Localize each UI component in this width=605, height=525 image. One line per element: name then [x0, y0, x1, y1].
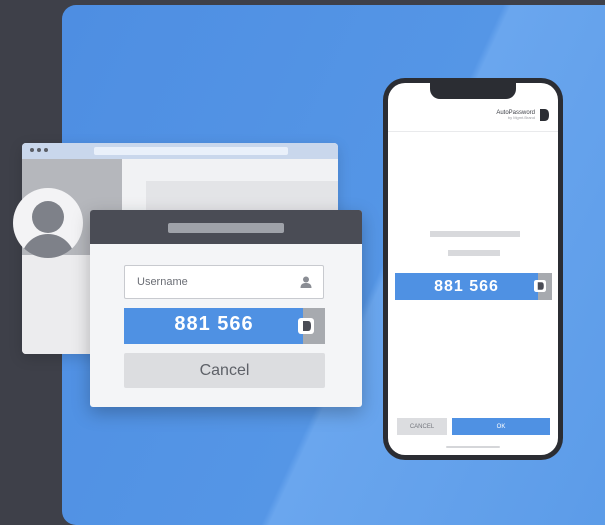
window-controls — [30, 148, 48, 152]
address-bar — [94, 147, 288, 155]
avatar-body-icon — [21, 234, 75, 258]
login-dialog: Username 881 566 Cancel — [90, 210, 362, 407]
app-subtitle: by Mgmt.Brand — [507, 115, 535, 121]
phone-screen: AutoPassword by Mgmt.Brand 881 566 CANCE… — [388, 83, 558, 455]
username-placeholder: Username — [137, 276, 188, 288]
browser-title-bar — [22, 143, 338, 159]
phone-auth-code: 881 566 — [434, 278, 499, 295]
autopassword-badge-icon — [298, 318, 314, 334]
phone-device: AutoPassword by Mgmt.Brand 881 566 CANCE… — [383, 78, 563, 460]
text-placeholder — [448, 250, 500, 256]
window-dot-icon — [44, 148, 48, 152]
window-dot-icon — [30, 148, 34, 152]
phone-auth-code-display: 881 566 — [395, 273, 552, 300]
username-field[interactable]: Username — [124, 265, 324, 299]
dialog-title-placeholder — [168, 223, 284, 233]
dialog-header — [90, 210, 362, 244]
app-logo: AutoPassword by Mgmt.Brand — [496, 109, 550, 121]
autopassword-logo-icon — [540, 109, 549, 121]
app-logo-text: AutoPassword by Mgmt.Brand — [496, 110, 535, 121]
phone-cancel-button[interactable]: CANCEL — [397, 418, 447, 435]
home-indicator — [446, 446, 500, 448]
autopassword-badge-icon — [534, 280, 546, 292]
auth-code: 881 566 — [174, 313, 254, 335]
user-icon — [300, 276, 312, 288]
avatar — [13, 188, 83, 258]
cancel-button[interactable]: Cancel — [124, 353, 325, 388]
phone-header-divider — [388, 131, 558, 132]
window-dot-icon — [37, 148, 41, 152]
avatar-head-icon — [32, 201, 64, 233]
phone-notch — [430, 83, 516, 99]
auth-code-display: 881 566 — [124, 308, 325, 344]
phone-ok-button[interactable]: OK — [452, 418, 550, 435]
text-placeholder — [430, 231, 520, 237]
